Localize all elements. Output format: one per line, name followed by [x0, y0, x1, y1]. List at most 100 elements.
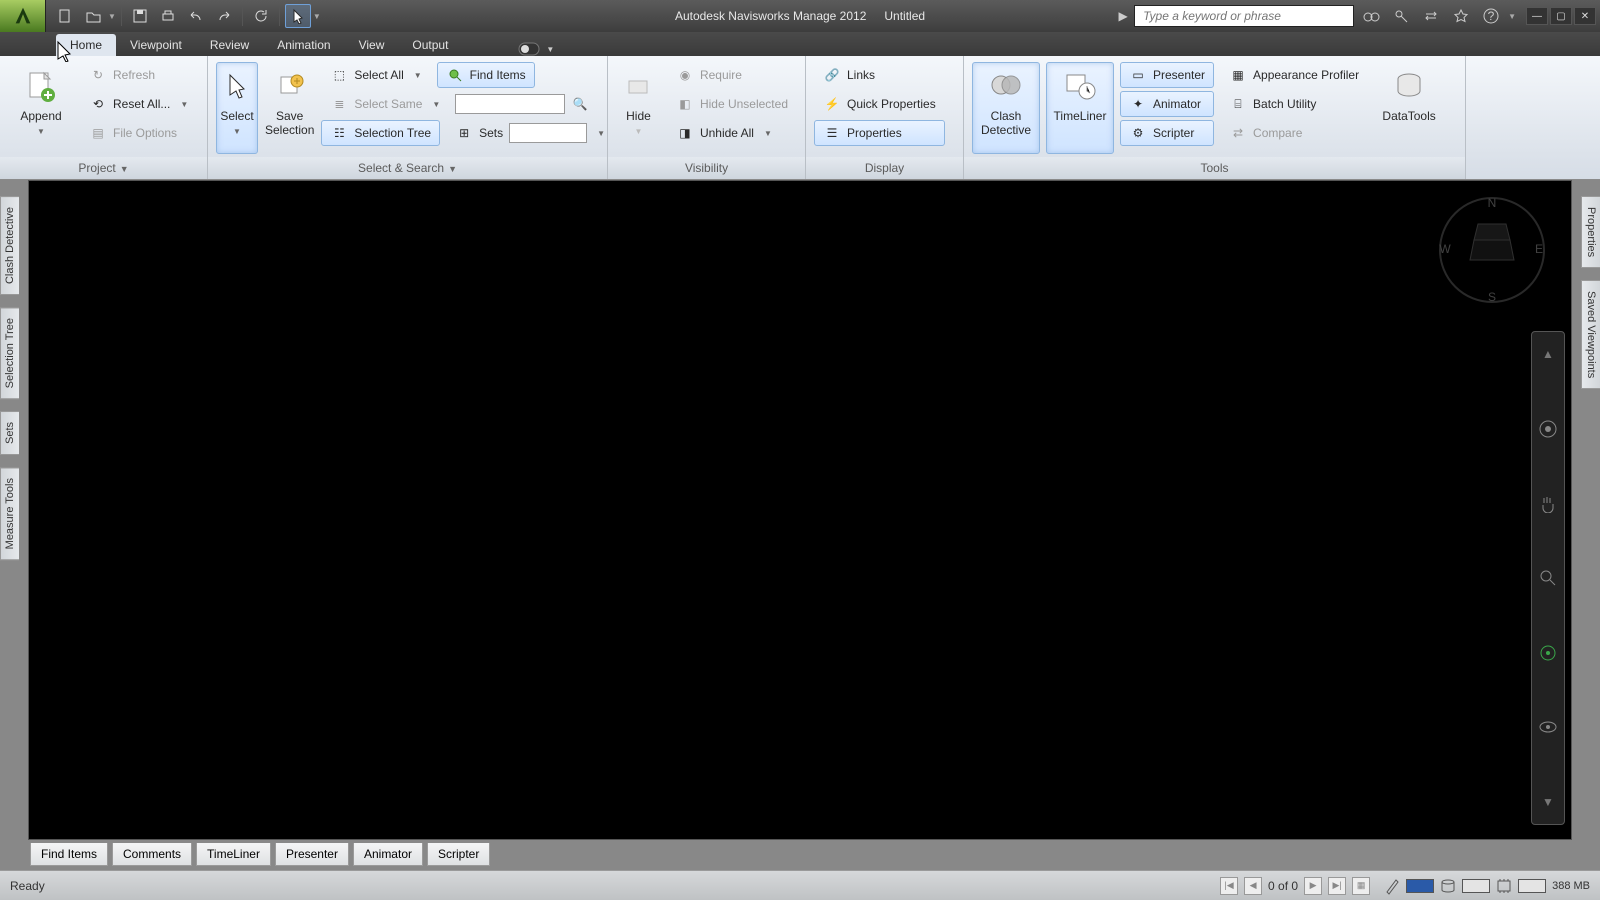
dock-measure-tools[interactable]: Measure Tools [0, 467, 19, 560]
select-all-button[interactable]: ⬚Select All▼ [321, 62, 430, 88]
viewport[interactable]: N E S W ▲ ▼ [28, 180, 1572, 840]
pan-button[interactable] [1536, 491, 1560, 515]
dock-selection-tree[interactable]: Selection Tree [0, 307, 19, 399]
pager-last-button[interactable]: ▶| [1328, 877, 1346, 895]
viewcube-w[interactable]: W [1439, 242, 1451, 256]
unhide-all-button[interactable]: ◨Unhide All▼ [667, 120, 797, 146]
memory-icon[interactable] [1496, 877, 1512, 895]
save-icon [132, 8, 148, 24]
open-dropdown-icon[interactable]: ▼ [108, 12, 116, 21]
search-button[interactable] [1358, 4, 1384, 28]
save-selection-icon [275, 71, 305, 101]
select-same-button[interactable]: ≣Select Same▼ [321, 91, 449, 117]
tab-animation[interactable]: Animation [263, 34, 344, 56]
file-options-button[interactable]: ▤File Options [80, 120, 197, 146]
toggle-icon [518, 42, 540, 56]
print-button[interactable] [155, 4, 181, 28]
exchange-button[interactable] [1418, 4, 1444, 28]
clash-detective-button[interactable]: Clash Detective [972, 62, 1040, 154]
save-button[interactable] [127, 4, 153, 28]
dock-clash-detective[interactable]: Clash Detective [0, 196, 19, 295]
datatools-button[interactable]: DataTools [1374, 62, 1444, 154]
refresh-qat-button[interactable] [248, 4, 274, 28]
panel-project-title[interactable]: Project▼ [0, 157, 207, 179]
reset-all-button[interactable]: ⟲Reset All...▼ [80, 91, 197, 117]
properties-button[interactable]: ☰Properties [814, 120, 945, 146]
close-button[interactable]: ✕ [1574, 7, 1596, 25]
disk-icon[interactable] [1440, 877, 1456, 895]
refresh-button[interactable]: ↻Refresh [80, 62, 197, 88]
viewcube-s[interactable]: S [1488, 290, 1496, 304]
nav-collapse-icon[interactable]: ▼ [1536, 790, 1560, 814]
orbit-button[interactable] [1536, 641, 1560, 665]
dock-saved-viewpoints[interactable]: Saved Viewpoints [1581, 280, 1600, 389]
dock-sets[interactable]: Sets [0, 411, 19, 455]
bottom-tab-timeliner[interactable]: TimeLiner [196, 843, 271, 866]
key-icon [1393, 8, 1409, 24]
nav-expand-icon[interactable]: ▲ [1536, 342, 1560, 366]
hide-button[interactable]: Hide ▼ [616, 62, 661, 154]
links-label: Links [847, 68, 875, 82]
infocenter-expand-icon[interactable]: ▶ [1116, 9, 1130, 23]
save-selection-button[interactable]: Save Selection [264, 62, 315, 154]
timeliner-button[interactable]: TimeLiner [1046, 62, 1114, 154]
select-mode-button[interactable] [285, 4, 311, 28]
pager-first-button[interactable]: |◀ [1220, 877, 1238, 895]
help-dropdown-icon[interactable]: ▼ [1508, 12, 1516, 21]
require-button[interactable]: ◉Require [667, 62, 797, 88]
batch-utility-icon: ⌸ [1229, 95, 1247, 113]
new-file-button[interactable] [52, 4, 78, 28]
sets-dropdown[interactable]: ⊞Sets▼ [446, 120, 608, 146]
appearance-profiler-button[interactable]: ▦Appearance Profiler [1220, 62, 1368, 88]
pager-prev-button[interactable]: ◀ [1244, 877, 1262, 895]
subscription-button[interactable] [1388, 4, 1414, 28]
select-mode-dropdown-icon[interactable]: ▼ [313, 12, 321, 21]
hide-unselected-button[interactable]: ◧Hide Unselected [667, 91, 797, 117]
minimize-button[interactable]: — [1526, 7, 1548, 25]
select-button[interactable]: Select ▼ [216, 62, 258, 154]
viewcube-e[interactable]: E [1535, 242, 1543, 256]
bottom-tab-scripter[interactable]: Scripter [427, 843, 490, 866]
scripter-button[interactable]: ⚙Scripter [1120, 120, 1214, 146]
tab-viewpoint[interactable]: Viewpoint [116, 34, 196, 56]
bottom-tab-animator[interactable]: Animator [353, 843, 423, 866]
panel-visibility-toggle[interactable]: ▼ [518, 42, 554, 56]
quick-properties-button[interactable]: ⚡Quick Properties [814, 91, 945, 117]
pager-grid-button[interactable]: ▦ [1352, 877, 1370, 895]
pencil-draw-icon[interactable] [1384, 877, 1400, 895]
steering-wheel-button[interactable] [1536, 417, 1560, 441]
compare-button[interactable]: ⇄Compare [1220, 120, 1368, 146]
favorites-button[interactable] [1448, 4, 1474, 28]
batch-utility-button[interactable]: ⌸Batch Utility [1220, 91, 1368, 117]
tab-view[interactable]: View [345, 34, 399, 56]
viewcube-n[interactable]: N [1488, 196, 1497, 210]
links-button[interactable]: 🔗Links [814, 62, 945, 88]
viewcube[interactable]: N E S W [1437, 195, 1547, 305]
search-icon[interactable]: 🔍 [571, 95, 589, 113]
bottom-tab-presenter[interactable]: Presenter [275, 843, 349, 866]
zoom-button[interactable] [1536, 566, 1560, 590]
maximize-button[interactable]: ▢ [1550, 7, 1572, 25]
sets-input[interactable] [509, 123, 587, 143]
bottom-tab-find-items[interactable]: Find Items [30, 843, 108, 866]
redo-button[interactable] [211, 4, 237, 28]
tab-output[interactable]: Output [398, 34, 462, 56]
panel-select-search-title[interactable]: Select & Search▼ [208, 157, 607, 179]
bottom-tab-comments[interactable]: Comments [112, 843, 192, 866]
append-button[interactable]: Append ▼ [8, 62, 74, 154]
help-button[interactable]: ? [1478, 4, 1504, 28]
tab-home[interactable]: Home [56, 34, 116, 56]
app-menu-button[interactable] [0, 0, 46, 32]
pager-next-button[interactable]: ▶ [1304, 877, 1322, 895]
infocenter-search-input[interactable] [1134, 5, 1354, 27]
find-items-button[interactable]: Find Items [437, 62, 535, 88]
open-file-button[interactable] [80, 4, 106, 28]
tab-review[interactable]: Review [196, 34, 263, 56]
quick-find-input[interactable] [455, 94, 565, 114]
animator-button[interactable]: ✦Animator [1120, 91, 1214, 117]
undo-button[interactable] [183, 4, 209, 28]
look-button[interactable] [1536, 715, 1560, 739]
dock-properties[interactable]: Properties [1581, 196, 1600, 268]
selection-tree-button[interactable]: ☷Selection Tree [321, 120, 440, 146]
presenter-button[interactable]: ▭Presenter [1120, 62, 1214, 88]
